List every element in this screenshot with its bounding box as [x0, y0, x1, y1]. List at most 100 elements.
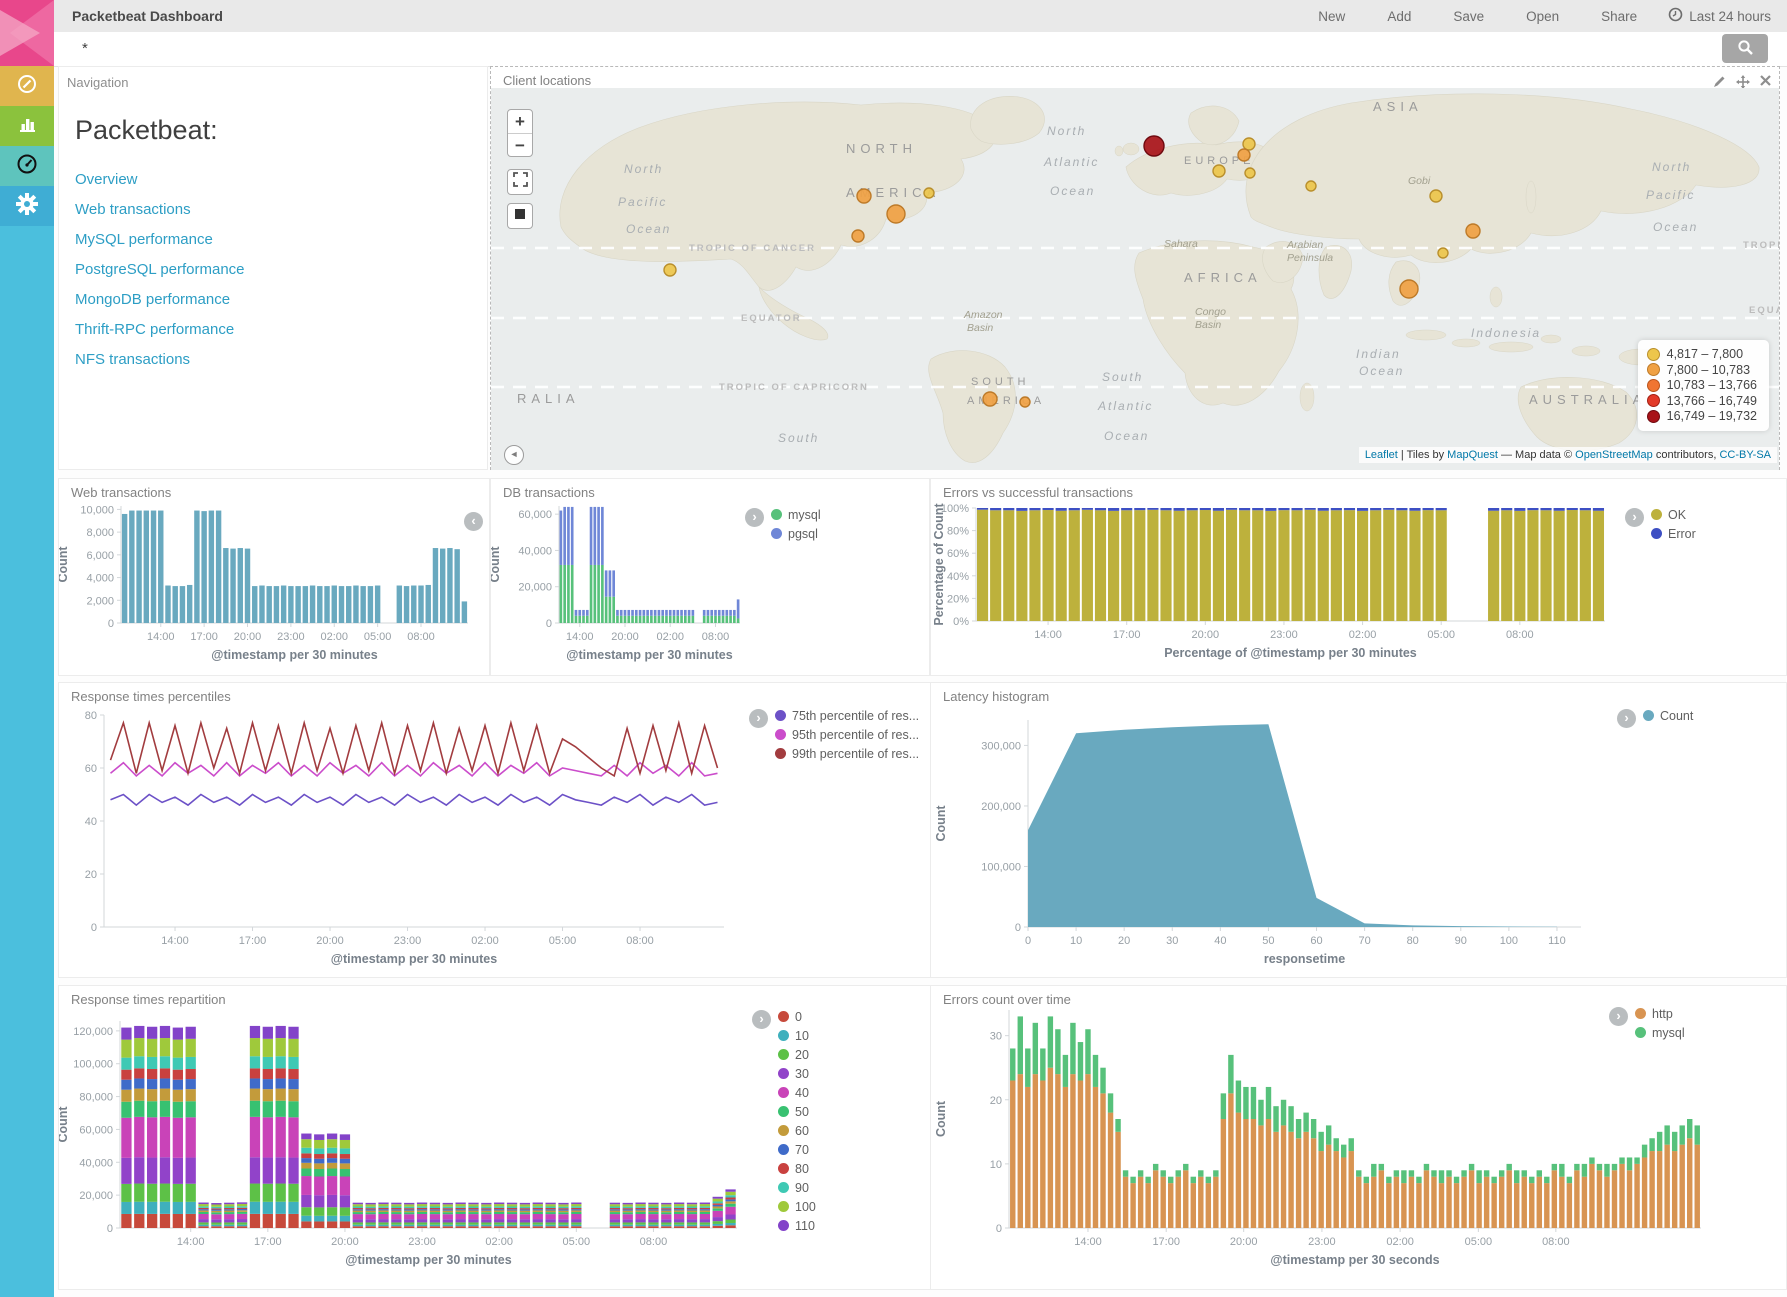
bar-segment[interactable]: [250, 1184, 260, 1202]
bar-segment[interactable]: [1416, 1177, 1421, 1183]
bar-segment[interactable]: [1554, 508, 1565, 511]
bar-segment[interactable]: [366, 1214, 376, 1219]
legend-item-90[interactable]: 90: [778, 1178, 816, 1197]
bar-segment[interactable]: [250, 1157, 260, 1183]
bar-segment[interactable]: [722, 616, 725, 623]
bar-segment[interactable]: [327, 1158, 337, 1163]
bar-segment[interactable]: [198, 1222, 208, 1224]
client-location-marker[interactable]: [664, 264, 676, 276]
bar-segment[interactable]: [430, 1204, 440, 1206]
bar-segment[interactable]: [700, 1222, 710, 1224]
bar-segment[interactable]: [1281, 1100, 1286, 1126]
bar-segment[interactable]: [391, 1206, 401, 1208]
bar-segment[interactable]: [648, 1206, 658, 1208]
bar-segment[interactable]: [160, 1026, 170, 1038]
bar-segment[interactable]: [121, 1058, 131, 1070]
sidebar-item-visualize[interactable]: [0, 106, 54, 146]
bar-segment[interactable]: [558, 1209, 568, 1210]
bar-segment[interactable]: [288, 1027, 298, 1039]
bar-segment[interactable]: [147, 1039, 157, 1057]
bar-segment[interactable]: [378, 1212, 388, 1214]
bar-segment[interactable]: [1436, 510, 1447, 621]
bar-segment[interactable]: [1386, 1183, 1391, 1228]
bar-segment[interactable]: [417, 1204, 427, 1206]
bar-segment[interactable]: [430, 1219, 440, 1222]
bar-segment[interactable]: [643, 616, 646, 623]
client-location-marker[interactable]: [1213, 165, 1225, 177]
bar-segment[interactable]: [455, 1209, 465, 1210]
bar-segment[interactable]: [725, 616, 728, 623]
bar-segment[interactable]: [674, 1212, 684, 1214]
bar-segment[interactable]: [684, 616, 687, 623]
nav-link-nfs-transactions[interactable]: NFS transactions: [75, 351, 245, 369]
bar-segment[interactable]: [1108, 1093, 1113, 1112]
bar-segment[interactable]: [121, 1102, 131, 1118]
bar-segment[interactable]: [1138, 1177, 1143, 1228]
bar-segment[interactable]: [1501, 510, 1512, 621]
bar-segment[interactable]: [1095, 510, 1106, 621]
map-fit-bounds-button[interactable]: [507, 203, 533, 229]
bar-segment[interactable]: [160, 1068, 170, 1078]
bar-segment[interactable]: [198, 1208, 208, 1209]
client-location-marker[interactable]: [1245, 168, 1255, 178]
bar-segment[interactable]: [134, 1038, 144, 1056]
bar-segment[interactable]: [560, 511, 563, 565]
bar-segment[interactable]: [676, 616, 679, 623]
bar-segment[interactable]: [545, 1211, 555, 1213]
bar-segment[interactable]: [575, 616, 578, 623]
bar-segment[interactable]: [353, 1214, 363, 1219]
bar-segment[interactable]: [224, 1208, 234, 1209]
bar-segment[interactable]: [366, 1222, 376, 1224]
bar-segment[interactable]: [340, 1221, 350, 1228]
bar-segment[interactable]: [1043, 508, 1054, 510]
bar-segment[interactable]: [1341, 1145, 1346, 1158]
bar-segment[interactable]: [558, 1219, 568, 1222]
bar-segment[interactable]: [700, 1212, 710, 1214]
bar-segment[interactable]: [688, 616, 691, 623]
bar-segment[interactable]: [1239, 508, 1250, 510]
bar-segment[interactable]: [1213, 508, 1224, 511]
bar-segment[interactable]: [507, 1209, 517, 1210]
bar[interactable]: [180, 586, 185, 623]
bar-segment[interactable]: [134, 1202, 144, 1214]
client-location-marker[interactable]: [852, 230, 864, 242]
bar-segment[interactable]: [1213, 1170, 1218, 1176]
bar-segment[interactable]: [1318, 511, 1329, 621]
bar-segment[interactable]: [623, 1204, 633, 1206]
bar[interactable]: [339, 586, 344, 623]
bar-segment[interactable]: [1095, 508, 1106, 510]
bar-segment[interactable]: [443, 1208, 453, 1209]
bar-segment[interactable]: [1344, 508, 1355, 510]
bar-segment[interactable]: [582, 616, 585, 623]
bar-segment[interactable]: [1226, 510, 1237, 621]
bar-segment[interactable]: [263, 1101, 273, 1117]
bar-segment[interactable]: [713, 1197, 723, 1199]
bar-segment[interactable]: [455, 1222, 465, 1224]
bar-segment[interactable]: [173, 1202, 183, 1214]
bar[interactable]: [360, 586, 365, 623]
bar-segment[interactable]: [327, 1216, 337, 1222]
bar-segment[interactable]: [404, 1208, 414, 1209]
map-recenter-button[interactable]: ◄: [504, 445, 524, 465]
bar-segment[interactable]: [635, 1206, 645, 1208]
bar-segment[interactable]: [263, 1117, 273, 1157]
bar-segment[interactable]: [1604, 1177, 1609, 1228]
bar-segment[interactable]: [1063, 1055, 1068, 1087]
bar-segment[interactable]: [430, 1208, 440, 1209]
bar-segment[interactable]: [586, 610, 589, 616]
bar-segment[interactable]: [211, 1214, 221, 1219]
bar-segment[interactable]: [533, 1225, 543, 1227]
legend-item-99th-percentile-of-res-[interactable]: 99th percentile of res...: [775, 744, 919, 763]
bar-segment[interactable]: [276, 1214, 286, 1228]
bar-segment[interactable]: [366, 1219, 376, 1222]
bar-segment[interactable]: [288, 1117, 298, 1157]
bar[interactable]: [332, 586, 337, 623]
bar-segment[interactable]: [314, 1207, 324, 1215]
bar-segment[interactable]: [687, 1204, 697, 1206]
bar-segment[interactable]: [1226, 508, 1237, 510]
kibana-logo[interactable]: [0, 0, 54, 66]
bar-segment[interactable]: [173, 1158, 183, 1184]
bar-segment[interactable]: [1424, 1164, 1429, 1170]
bar-segment[interactable]: [1265, 508, 1276, 511]
bar-segment[interactable]: [1198, 1170, 1203, 1176]
